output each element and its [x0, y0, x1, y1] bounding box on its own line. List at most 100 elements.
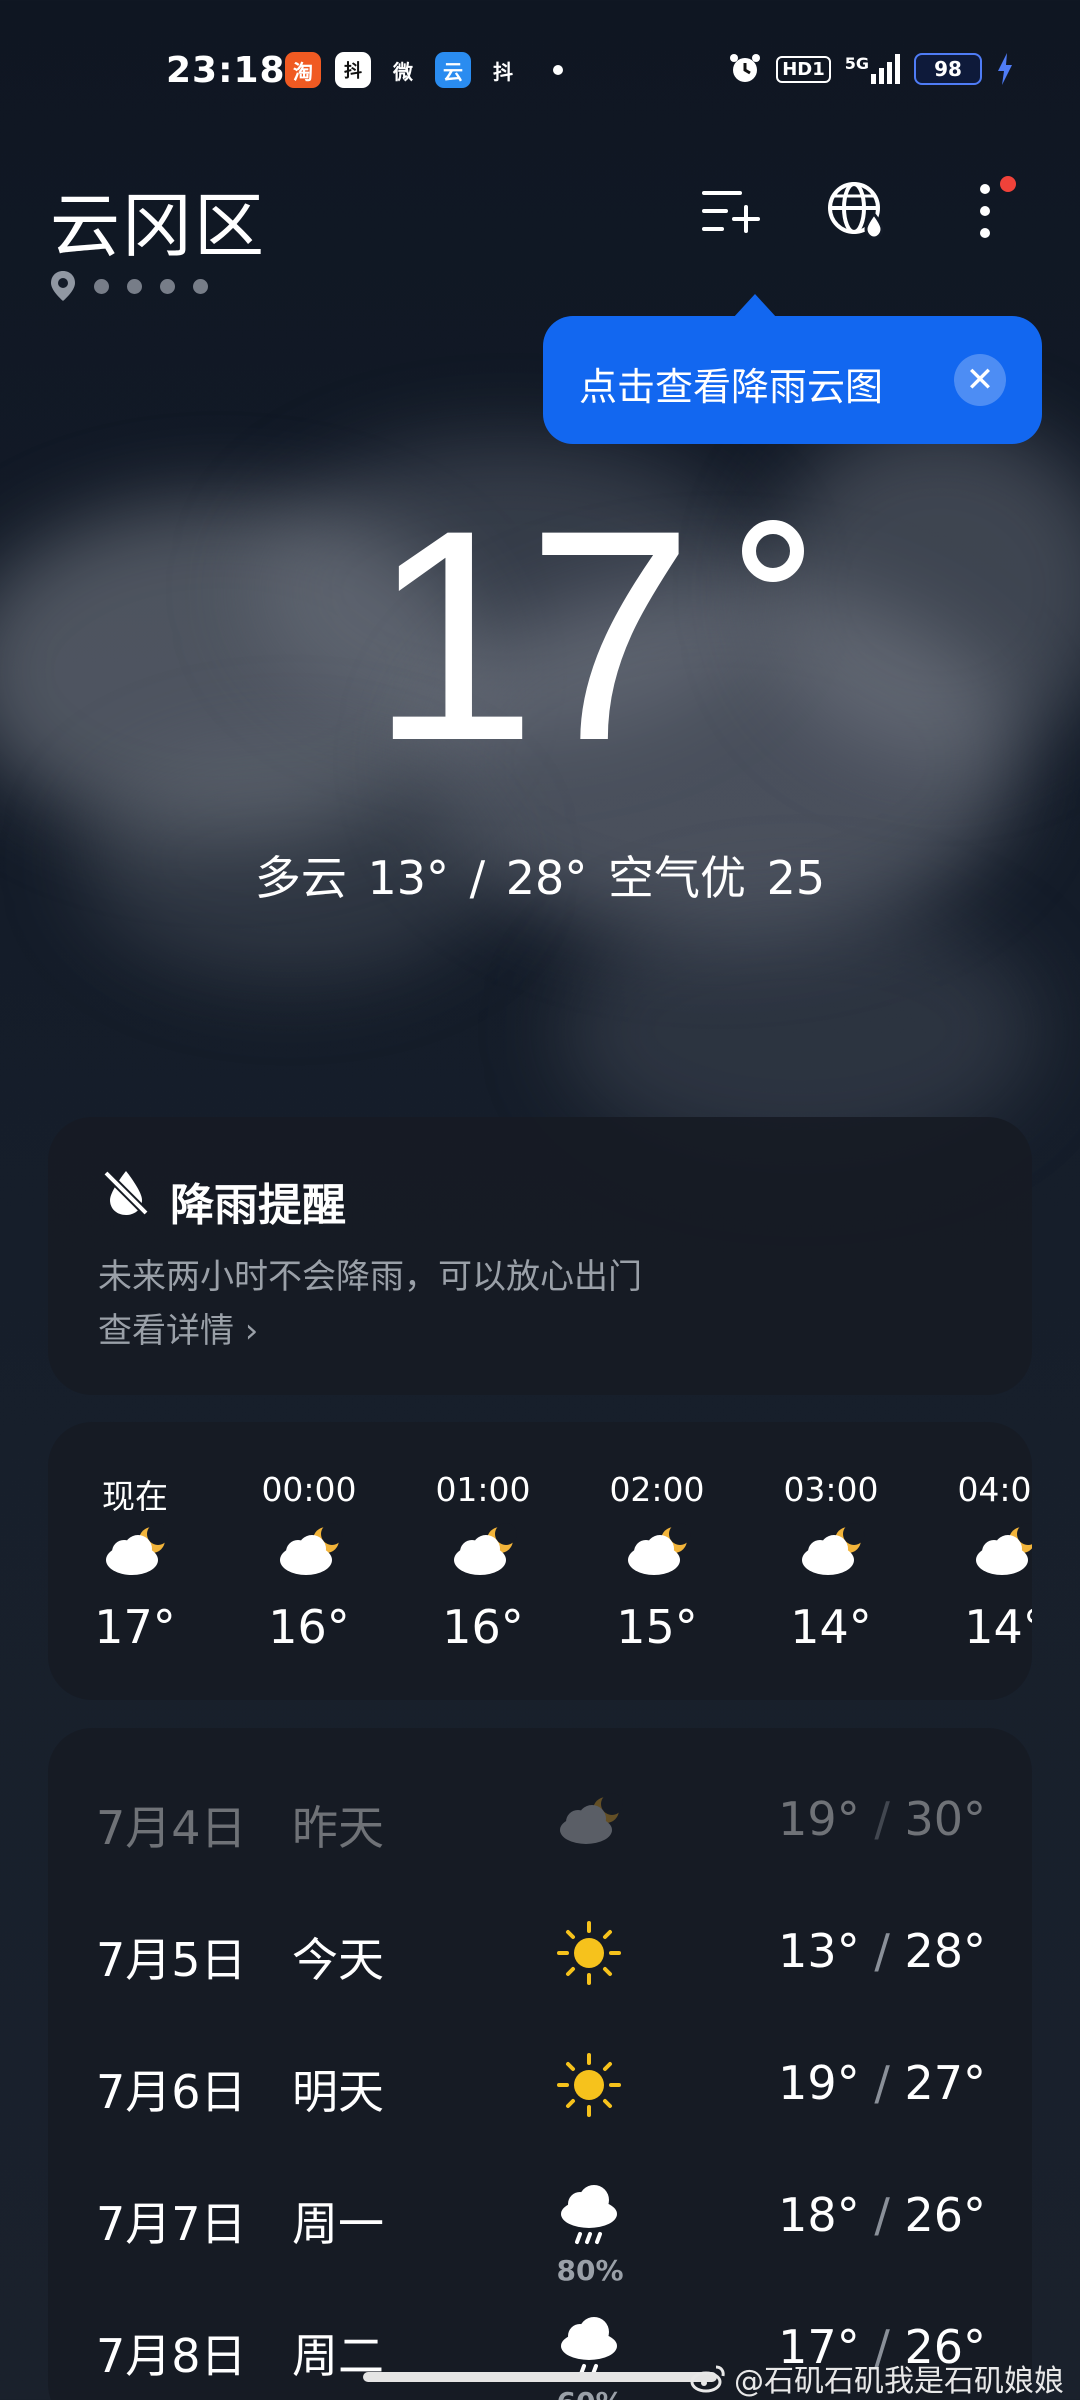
day-temp-range: 19° / 27°: [778, 2056, 986, 2110]
hourly-item: 04:00 14°: [918, 1422, 1032, 1700]
hour-temperature: 14°: [790, 1600, 872, 1654]
tooltip-arrow: [733, 294, 777, 318]
city-name[interactable]: 云冈区: [50, 170, 266, 271]
signal-icon: 5G: [845, 54, 900, 84]
cloudy-night-icon: [802, 1523, 865, 1575]
hour-time: 00:00: [261, 1470, 357, 1509]
notification-apps: 淘 抖 微 云 抖: [285, 52, 563, 88]
precipitation-probability: 60%: [552, 2386, 628, 2400]
hourly-item: 03:00 14°: [744, 1422, 918, 1700]
page-dot: [160, 278, 175, 294]
no-rain-icon: [103, 1170, 149, 1216]
rain-cloud-icon: [561, 2185, 617, 2244]
hourly-item: 现在 17°: [48, 1422, 222, 1700]
globe-rain-icon: [828, 182, 884, 240]
list-add-icon: [702, 191, 760, 233]
page-dot: [127, 278, 142, 294]
hour-temperature: 15°: [616, 1600, 698, 1654]
hourly-item: 01:00 16°: [396, 1422, 570, 1700]
charging-icon: [998, 53, 1012, 85]
notification-dot: [1000, 176, 1016, 192]
rain-alert-card[interactable]: 降雨提醒 未来两小时不会降雨，可以放心出门 查看详情 ›: [48, 1117, 1032, 1395]
day-date: 7月6日: [96, 2065, 247, 2119]
more-vertical-icon: [980, 184, 990, 238]
weibo-app-icon: 微: [393, 59, 413, 84]
page-dot: [94, 278, 109, 294]
rain-map-button[interactable]: [822, 176, 892, 246]
cloudy-night-icon: [280, 1523, 343, 1575]
degree-symbol: [742, 520, 804, 582]
weibo-logo-icon: [690, 2365, 725, 2393]
daily-row[interactable]: 7月6日 明天 19° / 27°: [48, 2032, 1032, 2152]
day-name: 周一: [292, 2197, 384, 2251]
hour-temperature: 14°: [964, 1600, 1032, 1654]
daily-row[interactable]: 7月4日 昨天 19° / 30°: [48, 1768, 1032, 1888]
day-name: 今天: [292, 1933, 384, 1987]
rain-alert-details-link[interactable]: 查看详情 ›: [98, 1303, 258, 1352]
hour-time: 现在: [102, 1477, 168, 1516]
more-notifications-dot: [553, 65, 563, 75]
day-name: 明天: [292, 2065, 384, 2119]
gesture-navigation-bar[interactable]: [363, 2372, 717, 2382]
page-dot: [193, 278, 208, 294]
day-temp-range: 19° / 30°: [778, 1792, 986, 1846]
battery-level: 98: [934, 57, 962, 81]
network-type: 5G: [844, 54, 869, 73]
precipitation-probability: 80%: [556, 2254, 624, 2287]
day-high: 26°: [904, 2188, 986, 2242]
cloud-app-icon: 云: [435, 52, 471, 88]
day-low: 18°: [778, 2188, 860, 2242]
hour-temperature: 16°: [268, 1600, 350, 1654]
douyin-lite-app-icon: 抖: [335, 52, 371, 88]
day-low: 19°: [778, 2056, 860, 2110]
daily-forecast-card[interactable]: 7月4日 昨天 19° / 30° 7月5日 今天 13° / 28° 7月6日…: [48, 1728, 1032, 2400]
tooltip-close-button[interactable]: ✕: [954, 354, 1006, 406]
hd-call-badge: HD1: [776, 55, 831, 83]
hourly-item: 00:00 16°: [222, 1422, 396, 1700]
cloudy-night-icon: [106, 1523, 169, 1575]
watermark: @石矶石矶我是石矶娘娘: [690, 2356, 1064, 2400]
current-temperature: 17: [370, 467, 694, 803]
cloudy-night-icon: [560, 1793, 623, 1844]
hour-time: 04:00: [957, 1470, 1032, 1509]
alarm-icon: [730, 54, 761, 82]
taobao-app-icon: 淘: [285, 52, 321, 88]
hourly-forecast-card[interactable]: 现在 17° 00:00 16° 01:00 16° 02:00 15° 03:…: [48, 1422, 1032, 1700]
manage-cities-button[interactable]: [696, 176, 766, 246]
status-time: 23:18: [166, 50, 286, 91]
close-icon: ✕: [965, 360, 995, 400]
status-right: HD1 5G 98: [728, 52, 1014, 86]
battery-indicator: 98: [914, 53, 982, 85]
day-temp-range: 18° / 26°: [778, 2188, 986, 2242]
cloudy-night-icon: [454, 1523, 517, 1575]
location-pin-icon: [51, 271, 75, 301]
day-temp-range: 13° / 28°: [778, 1924, 986, 1978]
daily-row[interactable]: 7月5日 今天 13° / 28°: [48, 1900, 1032, 2020]
day-high: 27°: [904, 2056, 986, 2110]
hour-time: 01:00: [435, 1470, 531, 1509]
tooltip-text: 点击查看降雨云图: [579, 365, 884, 409]
hour-time: 03:00: [783, 1470, 879, 1509]
day-high: 28°: [904, 1924, 986, 1978]
rain-map-tooltip[interactable]: 点击查看降雨云图 ✕: [543, 294, 1042, 444]
day-date: 7月8日: [96, 2329, 247, 2383]
weather-summary[interactable]: 多云 13° / 28° 空气优 25: [0, 842, 1080, 908]
day-high: 30°: [904, 1792, 986, 1846]
hourly-item: 02:00 15°: [570, 1422, 744, 1700]
douyin-app-icon: 抖: [493, 59, 513, 84]
cloudy-night-icon: [628, 1523, 691, 1575]
hour-temperature: 16°: [442, 1600, 524, 1654]
cloudy-night-icon: [976, 1523, 1032, 1575]
rain-alert-description: 未来两小时不会降雨，可以放心出门: [98, 1257, 642, 1297]
hour-temperature: 17°: [94, 1600, 176, 1654]
rain-alert-title: 降雨提醒: [170, 1180, 346, 1231]
daily-row[interactable]: 7月7日 周一 80% 18° / 26°: [48, 2164, 1032, 2287]
more-menu-button[interactable]: [950, 176, 1020, 246]
day-low: 19°: [778, 1792, 860, 1846]
watermark-text: @石矶石矶我是石矶娘娘: [734, 2364, 1064, 2399]
day-name: 昨天: [292, 1801, 384, 1855]
status-bar: 23:18 淘 抖 微 云 抖 HD1 5G 98: [0, 0, 1080, 140]
hour-time: 02:00: [609, 1470, 705, 1509]
day-low: 13°: [778, 1924, 860, 1978]
day-date: 7月5日: [96, 1933, 247, 1987]
